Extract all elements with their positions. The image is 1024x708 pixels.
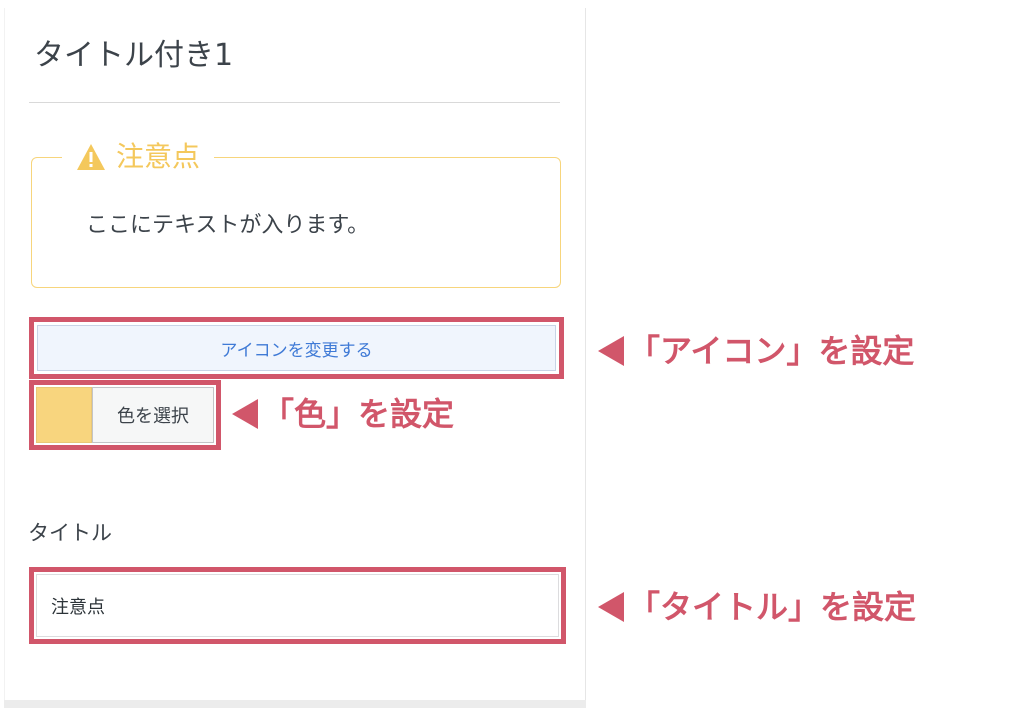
arrow-left-icon [598,592,624,622]
color-setting-highlight: 色を選択 [29,380,221,450]
color-annotation-text: 「色」を設定 [262,395,455,433]
arrow-left-icon [232,399,258,429]
caution-box-body-text: ここにテキストが入ります。 [86,213,370,238]
select-color-button[interactable]: 色を選択 [92,387,214,443]
change-icon-button[interactable]: アイコンを変更する [37,325,556,371]
panel-bottom-edge [4,700,586,708]
title-setting-highlight [29,567,566,644]
panel-title: タイトル付き1 [34,38,234,73]
title-annotation-text: 「タイトル」を設定 [628,588,917,626]
arrow-left-icon [598,336,624,366]
caution-box-heading: 注意点 [62,136,215,178]
icon-annotation-text: 「アイコン」を設定 [628,332,915,370]
color-swatch[interactable] [36,387,92,443]
title-divider [29,102,560,103]
caution-box-heading-text: 注意点 [116,140,201,173]
color-annotation: 「色」を設定 [232,394,454,434]
icon-annotation: 「アイコン」を設定 [598,331,914,371]
title-input[interactable] [36,574,559,637]
icon-setting-highlight: アイコンを変更する [29,317,564,379]
title-annotation: 「タイトル」を設定 [598,587,916,627]
title-field-label: タイトル [28,521,112,545]
warning-icon [76,143,106,171]
